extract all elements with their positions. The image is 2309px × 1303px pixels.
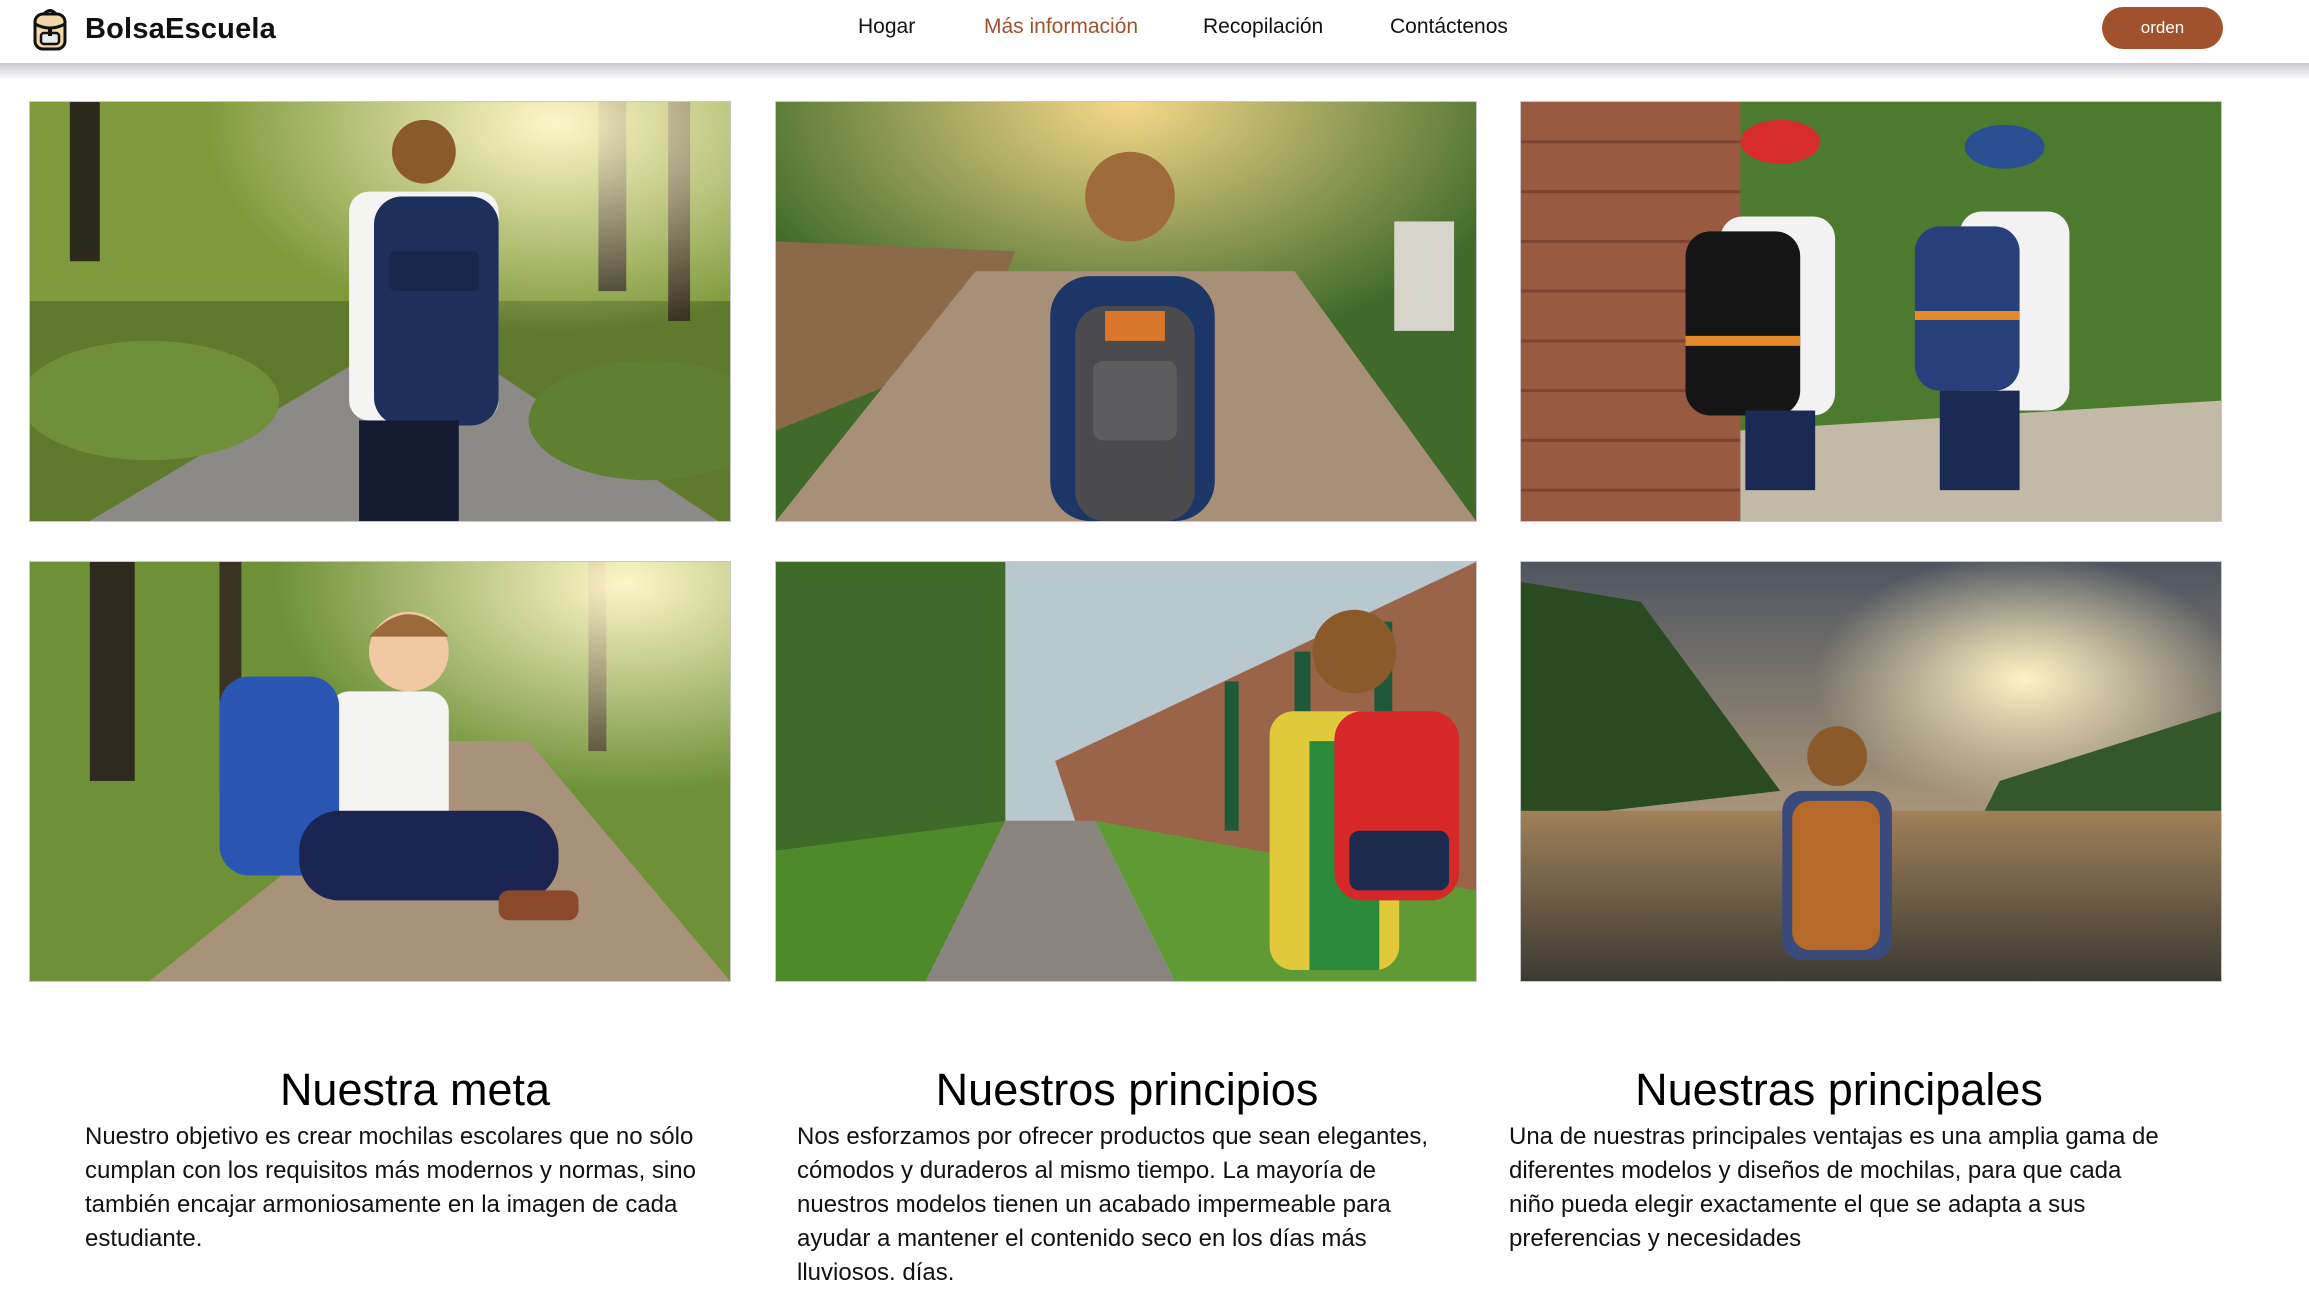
section-title: Nuestras principales	[1635, 1064, 2043, 1115]
site-header: BolsaEscuela Hogar Más información Recop…	[0, 0, 2309, 63]
section-text: Nos esforzamos por ofrecer productos que…	[797, 1123, 1429, 1286]
nav-item-mas-informacion[interactable]: Más información	[984, 15, 1138, 39]
photo-two-boys-caps	[1520, 101, 2222, 522]
photo-boy-sitting-blue-backpack	[29, 561, 731, 982]
section-nuestros-principios: Nuestros principios Nos esforzamos por o…	[797, 1062, 1457, 1290]
section-title: Nuestra meta	[279, 1064, 551, 1115]
order-button[interactable]: orden	[2102, 7, 2223, 49]
brand-logo[interactable]: BolsaEscuela	[28, 6, 276, 52]
photo-boy-grey-backpack	[775, 101, 1477, 522]
section-text: Nuestro objetivo es crear mochilas escol…	[85, 1123, 696, 1252]
photo-boy-red-backpack	[775, 561, 1477, 982]
nav-item-recopilacion[interactable]: Recopilación	[1203, 15, 1323, 39]
photo-boy-navy-backpack	[29, 101, 731, 522]
nav-item-hogar[interactable]: Hogar	[858, 15, 915, 39]
section-text: Una de nuestras principales ventajas es …	[1509, 1123, 2159, 1252]
section-nuestra-meta: Nuestra meta Nuestro objetivo es crear m…	[85, 1062, 745, 1256]
photo-boy-brown-backpack-river	[1520, 561, 2222, 982]
header-shadow	[0, 63, 2309, 80]
brand-name: BolsaEscuela	[85, 12, 276, 45]
section-title: Nuestros principios	[935, 1064, 1319, 1115]
nav-item-contactenos[interactable]: Contáctenos	[1390, 15, 1508, 39]
section-nuestras-principales: Nuestras principales Una de nuestras pri…	[1509, 1062, 2169, 1256]
backpack-icon	[33, 9, 67, 51]
